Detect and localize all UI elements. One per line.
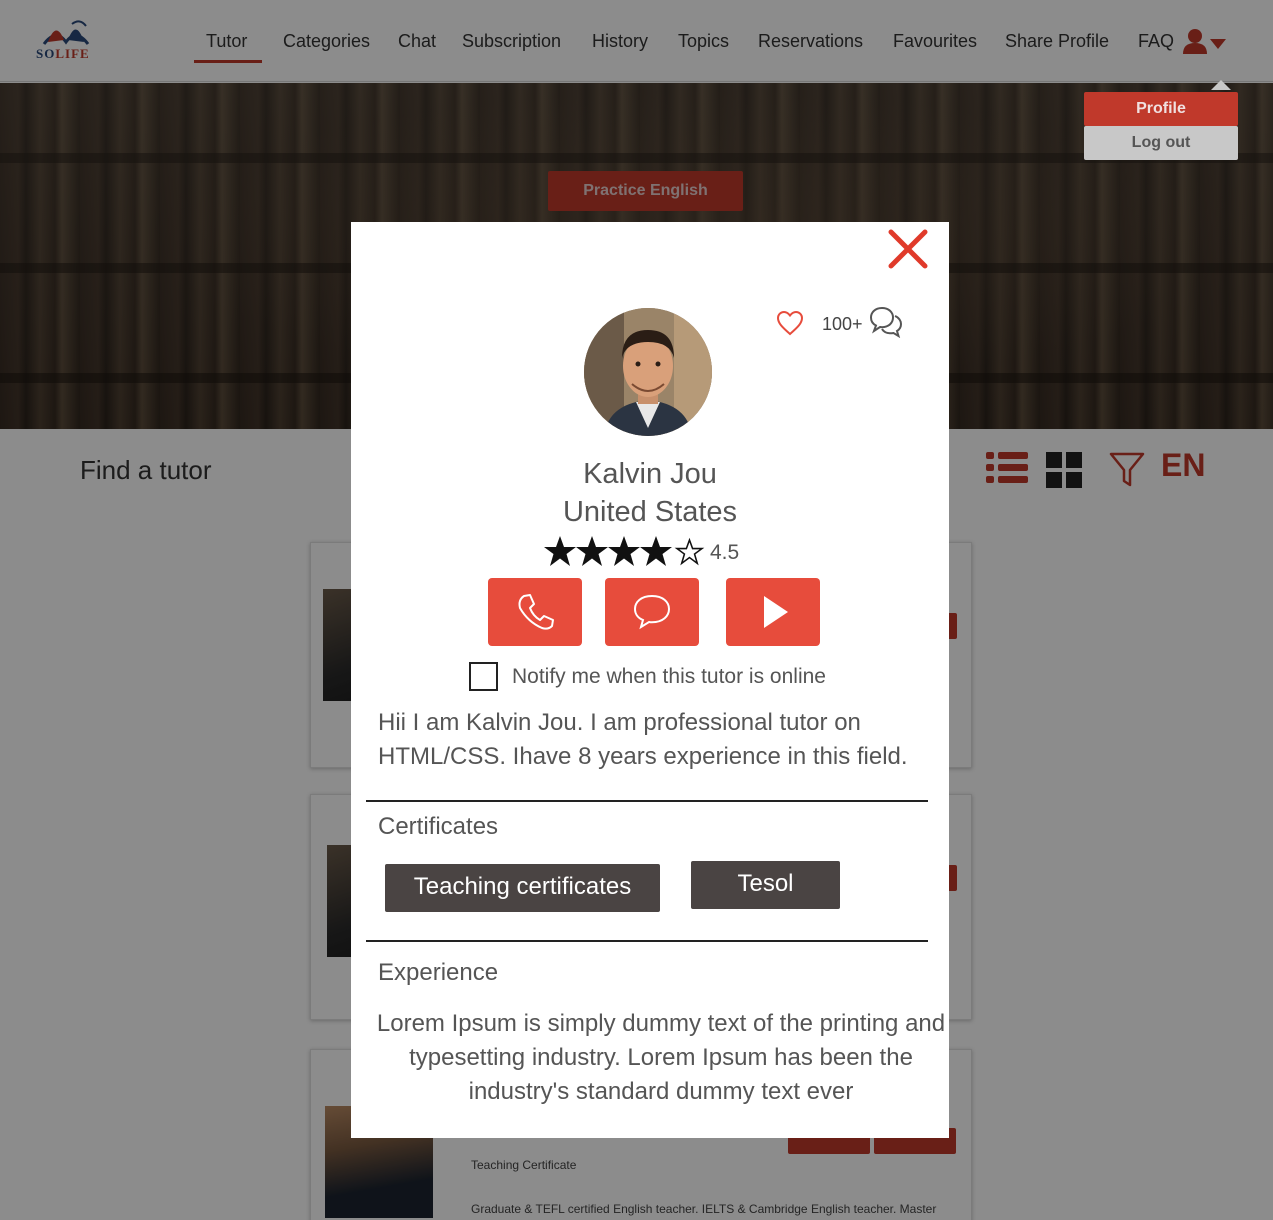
star-icon xyxy=(576,536,608,566)
tutor-avatar xyxy=(584,308,712,436)
heart-icon[interactable] xyxy=(776,310,804,336)
certificates-title: Certificates xyxy=(378,813,499,840)
star-rating xyxy=(544,536,705,566)
star-icon xyxy=(608,536,640,566)
reviews-chat-icon xyxy=(869,306,903,338)
dropdown-logout-button[interactable]: Log out xyxy=(1084,126,1238,160)
section-divider xyxy=(366,940,928,942)
dropdown-arrow xyxy=(1211,80,1231,90)
tutor-bio: Hii I am Kalvin Jou. I am professional t… xyxy=(378,709,908,770)
dropdown-profile-button[interactable]: Profile xyxy=(1084,92,1238,126)
chat-icon xyxy=(633,594,671,630)
experience-title: Experience xyxy=(378,959,499,986)
experience-text: Lorem Ipsum is simply dummy text of the … xyxy=(376,1010,946,1105)
rating-value: 4.5 xyxy=(710,541,740,564)
certificate-chip: Teaching certificates xyxy=(385,864,660,912)
call-button[interactable] xyxy=(488,578,582,646)
close-icon[interactable] xyxy=(887,228,929,270)
tutor-country: United States xyxy=(562,496,738,528)
star-outline-icon xyxy=(674,537,705,566)
tutor-profile-modal: 100+ Kalvin Jou United States 4.5 Notify… xyxy=(351,222,949,1138)
notify-online-label: Notify me when this tutor is online xyxy=(512,665,826,688)
star-icon xyxy=(544,536,576,566)
certificate-chip: Tesol xyxy=(691,861,840,909)
message-button[interactable] xyxy=(605,578,699,646)
play-icon xyxy=(764,596,788,628)
review-count: 100+ xyxy=(822,314,863,334)
section-divider xyxy=(366,800,928,802)
tutor-name: Kalvin Jou xyxy=(583,458,717,490)
phone-icon xyxy=(518,594,554,630)
star-icon xyxy=(640,536,672,566)
video-button[interactable] xyxy=(726,578,820,646)
tutor-photo xyxy=(584,308,712,436)
notify-online-checkbox[interactable] xyxy=(469,662,498,691)
